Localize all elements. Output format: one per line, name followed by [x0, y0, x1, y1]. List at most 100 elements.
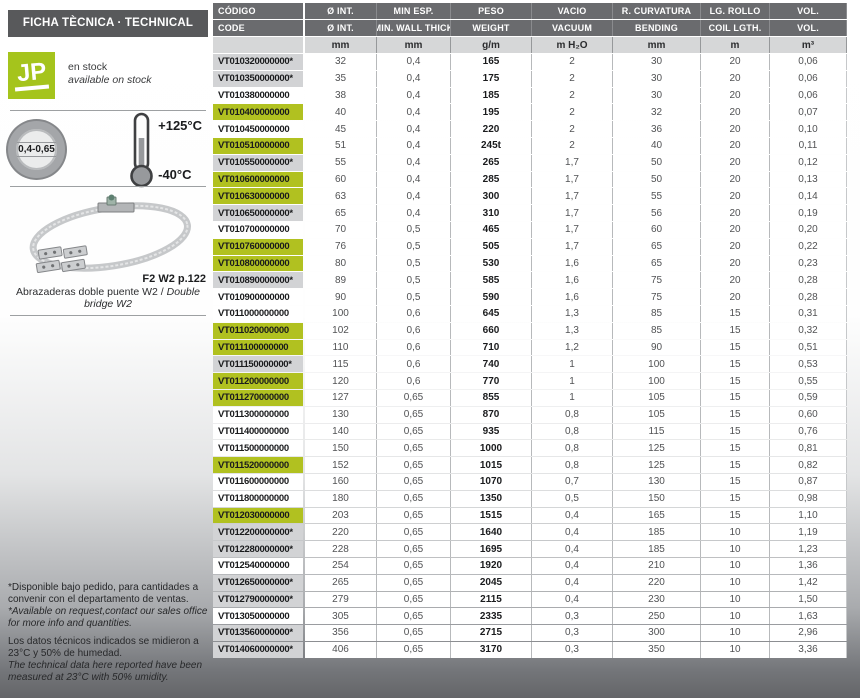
- bending-cell: 130: [613, 473, 701, 490]
- product-code-cell: VT011020000000: [213, 322, 303, 339]
- product-code-cell: VT010320000000*: [213, 54, 303, 70]
- table-row: VT010900000000 90 0,5 590 1,6 75 20 0,28: [213, 289, 857, 305]
- vacuum-cell: 0,3: [532, 608, 613, 625]
- weight-cell: 1070: [451, 473, 532, 490]
- coil-length-cell: 10: [701, 541, 770, 557]
- table-row: VT012030000000 203 0,65 1515 0,4 165 15 …: [213, 507, 857, 524]
- volume-cell: 0,06: [770, 54, 847, 70]
- wall-thickness-cell: 0,6: [377, 356, 451, 373]
- vacuum-cell: 1: [532, 356, 613, 373]
- bending-cell: 125: [613, 440, 701, 457]
- coil-length-cell: 15: [701, 507, 770, 524]
- volume-cell: 0,76: [770, 423, 847, 440]
- bending-cell: 65: [613, 238, 701, 255]
- product-code-cell: VT010890000000*: [213, 272, 303, 289]
- diameter-cell: 35: [305, 70, 377, 87]
- bending-cell: 185: [613, 524, 701, 541]
- table-row: VT010890000000* 89 0,5 585 1,6 75 20 0,2…: [213, 272, 857, 289]
- coil-length-cell: 15: [701, 406, 770, 423]
- wall-thickness-cell: 0,4: [377, 205, 451, 221]
- weight-cell: 935: [451, 423, 532, 440]
- wall-thickness-cell: 0,5: [377, 289, 451, 305]
- table-row: VT010630000000 63 0,4 300 1,7 55 20 0,14: [213, 188, 857, 205]
- datasheet-page: FICHA TÈCNICA · TECHNICAL DATA JP en sto…: [0, 0, 860, 698]
- bending-cell: 85: [613, 305, 701, 322]
- weight-cell: 245t: [451, 137, 532, 154]
- weight-cell: 585: [451, 272, 532, 289]
- coil-length-cell: 10: [701, 608, 770, 625]
- diameter-cell: 38: [305, 87, 377, 104]
- table-row: VT011300000000 130 0,65 870 0,8 105 15 0…: [213, 406, 857, 423]
- table-row: VT010550000000* 55 0,4 265 1,7 50 20 0,1…: [213, 154, 857, 171]
- temperature-range: +125°C -40°C: [126, 112, 202, 188]
- vacuum-cell: 1,7: [532, 188, 613, 205]
- diameter-cell: 90: [305, 289, 377, 305]
- weight-cell: 2115: [451, 591, 532, 608]
- bending-cell: 100: [613, 373, 701, 389]
- table-row: VT011400000000 140 0,65 935 0,8 115 15 0…: [213, 423, 857, 440]
- weight-cell: 165: [451, 54, 532, 70]
- diameter-cell: 76: [305, 238, 377, 255]
- table-row: VT012650000000* 265 0,65 2045 0,4 220 10…: [213, 574, 857, 591]
- vacuum-cell: 2: [532, 70, 613, 87]
- coil-length-cell: 15: [701, 373, 770, 389]
- product-code-cell: VT011520000000: [213, 457, 303, 473]
- weight-cell: 3170: [451, 641, 532, 658]
- wall-thickness-cell: 0,5: [377, 272, 451, 289]
- product-code-cell: VT010700000000: [213, 221, 303, 238]
- product-caption: Abrazaderas doble puente W2 / Double bri…: [8, 286, 208, 310]
- coil-length-cell: 15: [701, 440, 770, 457]
- diameter-cell: 80: [305, 255, 377, 272]
- footnote-availability-es: *Disponible bajo pedido, para cantidades…: [8, 582, 199, 605]
- diameter-cell: 305: [305, 608, 377, 625]
- header-wall-thick: MIN. WALL THICK: [377, 20, 451, 36]
- volume-cell: 0,51: [770, 339, 847, 356]
- vacuum-cell: 1,6: [532, 272, 613, 289]
- wall-thickness-cell: 0,65: [377, 457, 451, 473]
- wall-thickness-cell: 0,5: [377, 238, 451, 255]
- product-code-cell: VT010450000000: [213, 121, 303, 137]
- coil-length-cell: 20: [701, 272, 770, 289]
- wall-thickness-cell: 0,65: [377, 641, 451, 658]
- volume-cell: 1,42: [770, 574, 847, 591]
- unit-m: m: [701, 37, 770, 53]
- table-header-row-es: CÓDIGO Ø INT. MIN ESP. PESO VACIO R. CUR…: [213, 3, 857, 19]
- table-row: VT011520000000 152 0,65 1015 0,8 125 15 …: [213, 457, 857, 473]
- product-code-cell: VT010630000000: [213, 188, 303, 205]
- table-row: VT010650000000* 65 0,4 310 1,7 56 20 0,1…: [213, 205, 857, 221]
- bending-cell: 300: [613, 625, 701, 641]
- footnote-conditions-en: The technical data here reported have be…: [8, 660, 203, 683]
- volume-cell: 1,36: [770, 557, 847, 574]
- stock-label-en: available on stock: [68, 74, 152, 86]
- bending-cell: 75: [613, 289, 701, 305]
- wall-thickness-cell: 0,65: [377, 591, 451, 608]
- stock-row: JP en stock available on stock: [8, 52, 208, 99]
- diameter-cell: 60: [305, 171, 377, 188]
- wall-thickness-cell: 0,4: [377, 188, 451, 205]
- product-code-cell: VT011150000000*: [213, 356, 303, 373]
- volume-cell: 0,20: [770, 221, 847, 238]
- wall-thickness-cell: 0,65: [377, 440, 451, 457]
- bending-cell: 32: [613, 104, 701, 121]
- bending-cell: 350: [613, 641, 701, 658]
- table-row: VT013560000000* 356 0,65 2715 0,3 300 10…: [213, 625, 857, 641]
- volume-cell: 0,28: [770, 272, 847, 289]
- vacuum-cell: 1,7: [532, 171, 613, 188]
- bending-cell: 50: [613, 171, 701, 188]
- diameter-cell: 63: [305, 188, 377, 205]
- diameter-cell: 120: [305, 373, 377, 389]
- wall-thickness-cell: 0,65: [377, 473, 451, 490]
- diameter-cell: 102: [305, 322, 377, 339]
- product-code-cell: VT012200000000*: [213, 524, 303, 541]
- diameter-cell: 140: [305, 423, 377, 440]
- table-row: VT010350000000* 35 0,4 175 2 30 20 0,06: [213, 70, 857, 87]
- weight-cell: 855: [451, 389, 532, 406]
- table-row: VT010800000000 80 0,5 530 1,6 65 20 0,23: [213, 255, 857, 272]
- vacuum-cell: 0,7: [532, 473, 613, 490]
- vacuum-cell: 1,6: [532, 289, 613, 305]
- product-code-cell: VT010900000000: [213, 289, 303, 305]
- wall-thickness-cell: 0,4: [377, 70, 451, 87]
- coil-length-cell: 20: [701, 54, 770, 70]
- weight-cell: 2715: [451, 625, 532, 641]
- coil-length-cell: 20: [701, 289, 770, 305]
